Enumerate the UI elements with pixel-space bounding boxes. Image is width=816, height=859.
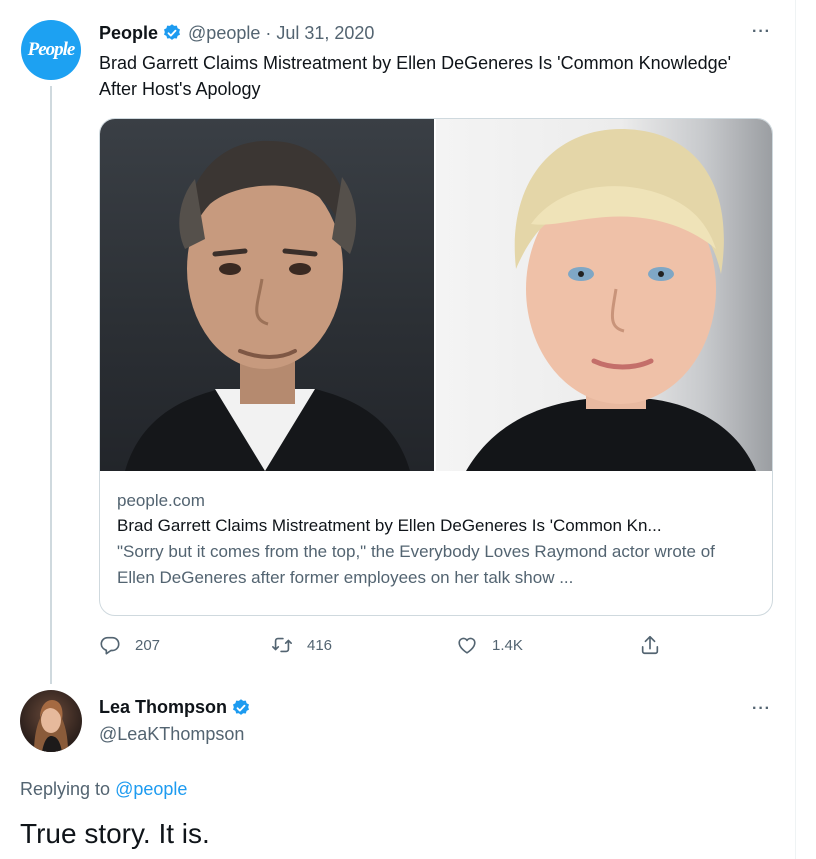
like-icon [458, 637, 476, 654]
share-icon [641, 635, 659, 655]
retweet-button[interactable]: 416 [271, 634, 332, 656]
link-card[interactable]: people.com Brad Garrett Claims Mistreatm… [99, 118, 773, 616]
tweet2-author-name[interactable]: Lea Thompson [99, 697, 227, 718]
card-image [100, 119, 772, 471]
card-title: Brad Garrett Claims Mistreatment by Elle… [117, 516, 662, 535]
card-description: "Sorry but it comes from the top," the E… [117, 542, 715, 587]
reply-button[interactable]: 207 [99, 634, 160, 656]
people-logo-text: People [27, 39, 76, 60]
people-avatar[interactable]: People [21, 20, 81, 80]
retweet-count: 416 [307, 636, 333, 654]
tweet1-handle[interactable]: @people [188, 23, 260, 44]
tweet1-author-name[interactable]: People [99, 23, 158, 44]
lea-thompson-avatar[interactable] [20, 690, 82, 752]
column-border [795, 0, 796, 859]
verified-badge-icon [233, 698, 250, 715]
tweet1-text: Brad Garrett Claims Mistreatment by Elle… [99, 53, 732, 99]
replying-handle-link[interactable]: @people [115, 779, 187, 799]
reply-icon [100, 636, 120, 655]
tweet2-handle[interactable]: @LeaKThompson [99, 724, 244, 745]
like-count: 1.4K [492, 636, 523, 654]
reply-count: 207 [135, 636, 161, 654]
replying-to: Replying to @people [20, 779, 187, 800]
card-domain: people.com [117, 491, 205, 510]
card-text: people.com Brad Garrett Claims Mistreatm… [117, 489, 757, 591]
tweet1-date[interactable]: · Jul 31, 2020 [265, 23, 374, 44]
more-icon[interactable]: ··· [752, 24, 776, 40]
like-button[interactable]: 1.4K [456, 634, 523, 656]
tweet2-text: True story. It is. [20, 818, 210, 849]
tweet2-header: Lea Thompson [99, 697, 257, 718]
tweet1-header: People @people · Jul 31, 2020 [99, 22, 374, 44]
tweet1-action-bar: 207 416 1.4K [99, 634, 679, 660]
retweet-icon [272, 637, 292, 653]
more-icon[interactable]: ··· [752, 701, 776, 717]
photo-woman-portrait [436, 119, 772, 471]
verified-badge-icon [164, 24, 181, 40]
photo-man-portrait [100, 119, 434, 471]
share-button[interactable] [639, 634, 675, 656]
replying-prefix: Replying to [20, 779, 111, 799]
thread-connector-line [50, 86, 52, 684]
